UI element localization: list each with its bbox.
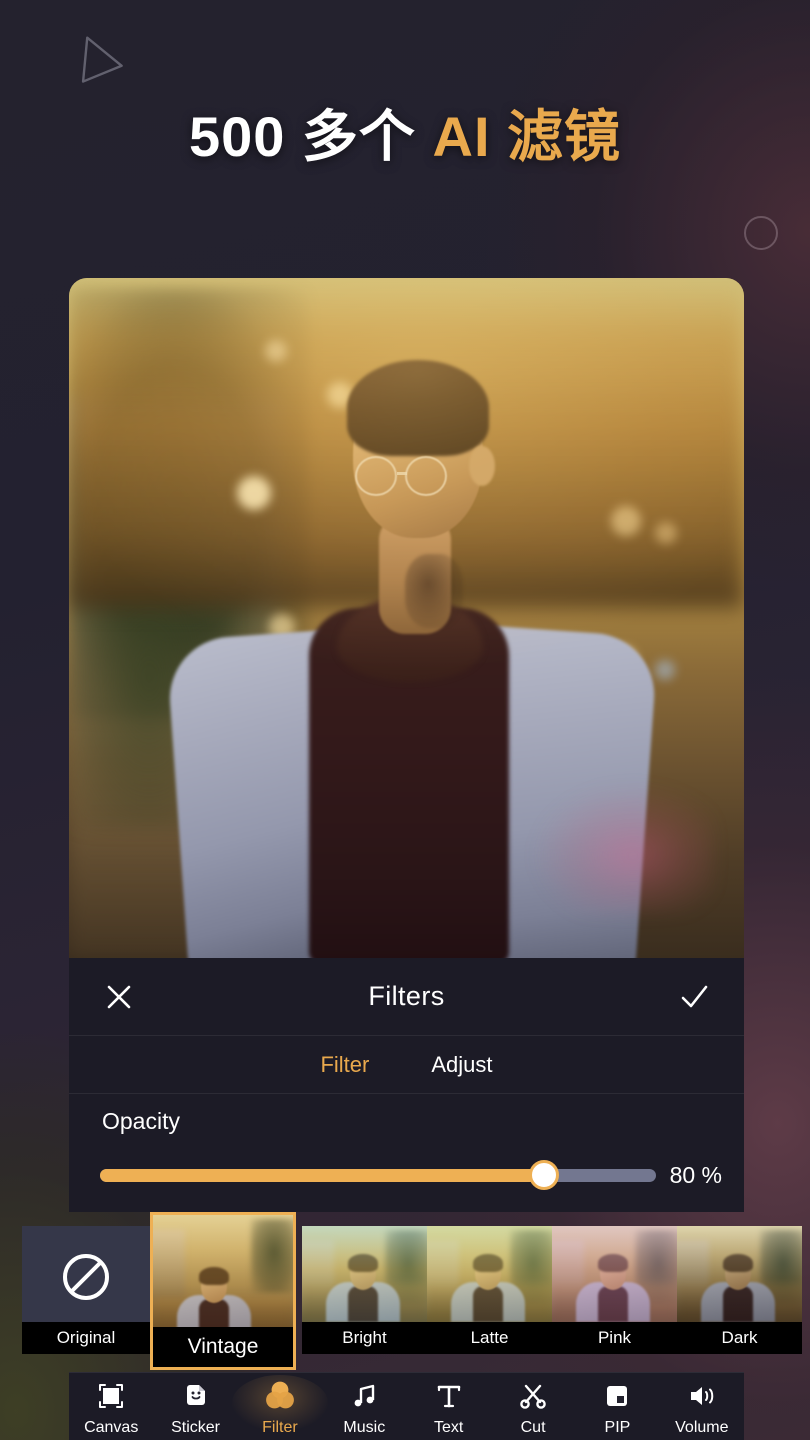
no-filter-icon (63, 1254, 109, 1300)
video-preview[interactable] (69, 278, 744, 958)
close-icon (107, 985, 131, 1008)
play-triangle-icon (81, 36, 123, 83)
tab-filter[interactable]: Filter (320, 1052, 369, 1078)
filter-thumbnail-strip[interactable]: Original Vintage Bright Latte Pink Dark (22, 1212, 802, 1372)
page-title: 500 多个 AI 滤镜 (0, 106, 810, 168)
filter-tile-vintage[interactable]: Vintage (150, 1212, 296, 1370)
check-icon (681, 985, 708, 1007)
canvas-icon (96, 1379, 126, 1413)
music-icon (349, 1379, 379, 1413)
filter-tile-bright[interactable]: Bright (302, 1226, 427, 1354)
filter-label: Bright (302, 1322, 427, 1354)
volume-icon (687, 1379, 717, 1413)
filter-label: Original (22, 1322, 150, 1354)
filter-thumbnail (302, 1226, 427, 1322)
nav-label: Filter (262, 1419, 298, 1436)
filter-tile-dark[interactable]: Dark (677, 1226, 802, 1354)
opacity-slider-fill (100, 1168, 545, 1182)
filter-label: Dark (677, 1322, 802, 1354)
circle-outline-icon (744, 216, 778, 250)
confirm-button[interactable] (674, 977, 714, 1017)
filter-label: Pink (552, 1322, 677, 1354)
nav-label: Music (343, 1419, 386, 1436)
filter-label: Latte (427, 1322, 552, 1354)
headline-white-part: 500 多个 (188, 105, 433, 168)
app-screen: Filters Filter Adjust Opacity 80 % Origi… (22, 278, 802, 1440)
nav-item-text[interactable]: Text (411, 1379, 487, 1437)
text-icon (434, 1379, 464, 1413)
opacity-section: Opacity 80 % (69, 1094, 744, 1212)
opacity-label: Opacity (102, 1108, 180, 1134)
scissors-icon (518, 1379, 548, 1413)
nav-label: Cut (520, 1419, 546, 1436)
close-button[interactable] (99, 977, 139, 1017)
filter-tabs: Filter Adjust (69, 1036, 744, 1094)
tab-adjust[interactable]: Adjust (431, 1052, 492, 1078)
filter-label: Vintage (153, 1327, 293, 1367)
opacity-slider-row: 80 % (100, 1160, 722, 1190)
editor-bottom-nav: Canvas Sticker Filter Music Text Cut PIP… (69, 1372, 744, 1440)
nav-item-volume[interactable]: Volume (664, 1379, 740, 1437)
nav-label: Sticker (171, 1419, 221, 1436)
pip-icon (602, 1379, 632, 1413)
filter-tile-latte[interactable]: Latte (427, 1226, 552, 1354)
nav-item-canvas[interactable]: Canvas (73, 1379, 149, 1437)
nav-item-cut[interactable]: Cut (495, 1379, 571, 1437)
nav-label: Canvas (84, 1419, 139, 1436)
filter-tile-pink[interactable]: Pink (552, 1226, 677, 1354)
filter-thumbnail (552, 1226, 677, 1322)
opacity-slider-knob[interactable] (529, 1160, 560, 1190)
filter-thumbnail (677, 1226, 802, 1322)
opacity-value: 80 % (669, 1161, 722, 1188)
nav-item-music[interactable]: Music (326, 1379, 402, 1437)
nav-label: Text (434, 1419, 464, 1436)
nav-item-sticker[interactable]: Sticker (158, 1379, 234, 1437)
nav-item-filter[interactable]: Filter (242, 1379, 318, 1437)
filter-tile-original[interactable]: Original (22, 1226, 150, 1354)
filters-title: Filters (368, 981, 445, 1011)
filter-icon (263, 1379, 297, 1413)
nav-label: Volume (675, 1419, 729, 1436)
headline-gold-part: AI 滤镜 (432, 105, 622, 168)
filters-header: Filters (69, 958, 744, 1036)
nav-label: PIP (604, 1419, 631, 1436)
filter-thumbnail (153, 1215, 293, 1335)
sticker-icon (181, 1379, 211, 1413)
filter-thumbnail (427, 1226, 552, 1322)
warm-glow-overlay (69, 278, 744, 958)
nav-item-pip[interactable]: PIP (579, 1379, 655, 1437)
opacity-slider-track[interactable] (100, 1160, 656, 1190)
